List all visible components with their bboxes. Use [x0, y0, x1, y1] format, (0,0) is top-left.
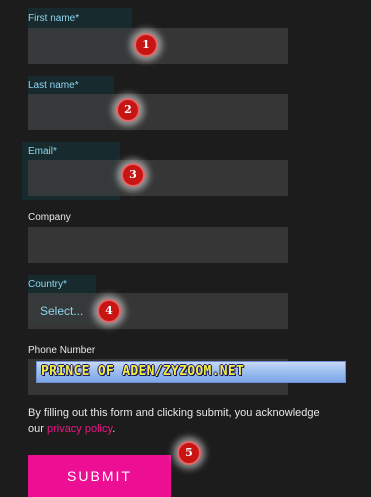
step-marker-1: 1 [134, 33, 158, 57]
first-name-label: First name* [28, 13, 80, 24]
consent-text-after: . [112, 423, 116, 435]
submit-button[interactable]: SUBMIT [28, 455, 171, 497]
last-name-label: Last name* [28, 80, 79, 91]
consent-text: By filling out this form and clicking su… [28, 405, 328, 437]
country-select-value: Select... [40, 304, 84, 318]
watermark-banner: PRINCE OF ADEN/ZYZOOM.NET [36, 361, 346, 383]
email-label: Email* [28, 146, 57, 157]
first-name-input[interactable] [28, 28, 288, 64]
company-input[interactable] [28, 227, 288, 263]
last-name-input[interactable] [28, 94, 288, 130]
step-marker-2: 2 [116, 98, 140, 122]
company-label: Company [28, 212, 71, 223]
country-select[interactable]: Select... [28, 293, 288, 329]
country-label: Country* [28, 279, 67, 290]
watermark-banner-text: PRINCE OF ADEN/ZYZOOM.NET [41, 364, 245, 379]
step-marker-3: 3 [121, 163, 145, 187]
phone-number-label: Phone Number [28, 345, 96, 356]
step-marker-4: 4 [97, 299, 121, 323]
privacy-policy-link[interactable]: privacy policy [47, 423, 112, 435]
step-marker-5: 5 [177, 441, 201, 465]
email-input[interactable] [28, 160, 288, 196]
